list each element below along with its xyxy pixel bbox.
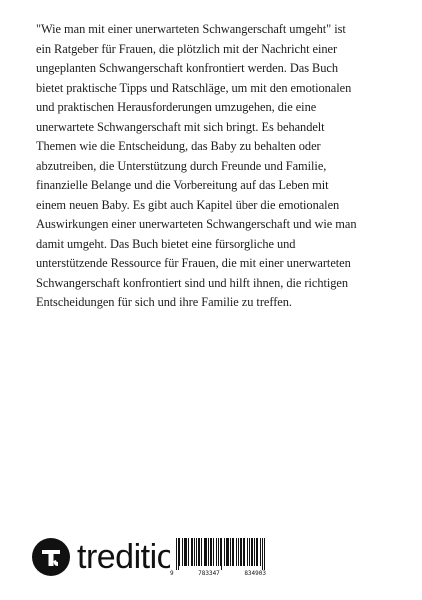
barcode-bar [210, 538, 211, 566]
barcode-bar [198, 538, 199, 566]
description-line: bietet praktische Tipps und Ratschläge, … [36, 80, 352, 95]
book-description: "Wie man mit einer unerwarteten Schwange… [36, 20, 388, 313]
description-line: Auswirkungen einer unerwarteten Schwange… [36, 217, 357, 231]
barcode-bar [188, 538, 189, 566]
barcode-bar [224, 538, 225, 566]
barcode-bar [178, 538, 179, 570]
description-line: ein Ratgeber für Frauen, die plötzlich m… [36, 41, 338, 56]
barcode-bar [194, 538, 195, 566]
description-line: Entscheidungen für sich und ihre Familie… [36, 295, 292, 309]
barcode-bar [236, 538, 237, 566]
description-line: Schwangerschaft konfrontiert sind und hi… [36, 275, 348, 290]
barcode-bar [226, 538, 227, 566]
barcode-bar [244, 538, 245, 566]
barcode-bars [176, 538, 265, 570]
barcode-bar [196, 538, 197, 566]
barcode-bar [192, 538, 193, 566]
barcode-bar [206, 538, 207, 566]
isbn-digit-group: 9 [170, 570, 174, 577]
barcode-bar [257, 538, 258, 566]
barcode-bar [176, 538, 177, 570]
barcode-bar [247, 538, 248, 566]
tredition-logo-icon [32, 538, 70, 576]
description-line: unerwartete Schwangerschaft mit sich bri… [36, 119, 325, 134]
barcode-bar [220, 538, 221, 566]
barcode-bar [254, 538, 255, 566]
barcode-bar [218, 538, 219, 566]
description-line: abzutreiben, die Unterstützung durch Fre… [36, 158, 327, 173]
barcode-bar [204, 538, 205, 566]
barcode-bar [185, 538, 186, 566]
barcode-bar [182, 538, 183, 566]
description-line: "Wie man mit einer unerwarteten Schwange… [36, 22, 346, 36]
barcode-bar [251, 538, 252, 566]
back-cover-page: "Wie man mit einer unerwarteten Schwange… [0, 0, 422, 600]
barcode-bar [240, 538, 241, 566]
barcode-bar [227, 538, 228, 566]
barcode-bar [262, 538, 263, 570]
barcode-bar [199, 538, 200, 566]
barcode-bar [213, 538, 214, 566]
barcode-bar [260, 538, 261, 566]
barcode-bar [186, 538, 187, 566]
description-line: unterstützende Ressource für Frauen, die… [36, 256, 351, 270]
barcode-bar [256, 538, 257, 566]
isbn-digits: 9 783347 834903 [170, 570, 266, 578]
description-line: und praktischen Herausforderungen umzuge… [36, 100, 317, 114]
isbn-barcode: 9 783347 834903 [170, 538, 266, 582]
barcode-bar [243, 538, 244, 566]
description-line: damit umgeht. Das Buch bietet eine fürso… [36, 236, 296, 251]
description-line: ungeplanten Schwangerschaft konfrontiert… [36, 61, 338, 75]
barcode-bar [264, 538, 265, 570]
barcode-bar [216, 538, 217, 566]
barcode-bar [208, 538, 209, 566]
barcode-bar [179, 538, 180, 566]
description-line: finanzielle Belange und die Vorbereitung… [36, 178, 329, 192]
barcode-bar [201, 538, 202, 566]
barcode-bar [232, 538, 233, 566]
isbn-digit-group: 783347 [198, 570, 220, 577]
barcode-bar [238, 538, 239, 566]
barcode-bar [221, 538, 222, 570]
barcode-bar [233, 538, 234, 566]
description-line: einem neuen Baby. Es gibt auch Kapitel ü… [36, 197, 340, 212]
description-line: Themen wie die Entscheidung, das Baby zu… [36, 139, 321, 153]
barcode-bar [249, 538, 250, 566]
barcode-bar [252, 538, 253, 566]
barcode-bar [184, 538, 185, 566]
barcode-bar [211, 538, 212, 566]
barcode-bar [230, 538, 231, 566]
barcode-bar [241, 538, 242, 566]
barcode-bar [205, 538, 206, 566]
isbn-digit-group: 834903 [244, 570, 266, 577]
barcode-bar [228, 538, 229, 566]
barcode-bar [191, 538, 192, 566]
